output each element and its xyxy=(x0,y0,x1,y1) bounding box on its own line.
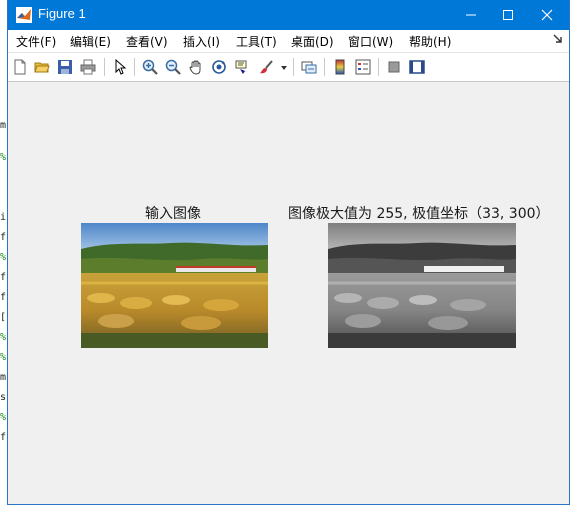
show-plot-tools-icon xyxy=(409,60,425,74)
menu-file[interactable]: 文件(F) xyxy=(16,33,56,50)
select-pointer-icon xyxy=(115,59,127,75)
print-icon xyxy=(80,59,96,75)
maximize-button[interactable] xyxy=(487,0,529,30)
insert-legend-button[interactable] xyxy=(353,57,373,77)
menu-help[interactable]: 帮助(H) xyxy=(409,33,451,50)
toolbar-separator xyxy=(378,58,379,76)
grayscale-image xyxy=(328,223,516,348)
left-axes-title: 输入图像 xyxy=(145,206,201,222)
maximize-icon xyxy=(503,10,513,20)
minimize-icon xyxy=(466,14,476,16)
menu-window[interactable]: 窗口(W) xyxy=(348,33,393,50)
input-color-image xyxy=(81,223,268,348)
brush-dropdown-icon[interactable] xyxy=(281,65,287,71)
rotate-3d-button[interactable] xyxy=(209,57,229,77)
figure-window: Figure 1 文件(F) 编辑(E) 查看(V) 插入(I) 工具(T) 桌… xyxy=(7,0,570,505)
open-folder-icon xyxy=(34,62,50,73)
save-button[interactable] xyxy=(55,57,75,77)
pan-button[interactable] xyxy=(186,57,206,77)
brush-icon xyxy=(260,60,273,74)
matlab-icon xyxy=(16,7,32,23)
rotate-3d-icon xyxy=(212,60,226,74)
data-cursor-button[interactable] xyxy=(232,57,252,77)
link-plot-icon xyxy=(301,61,317,74)
pan-hand-icon xyxy=(189,60,201,75)
insert-colorbar-button[interactable] xyxy=(330,57,350,77)
new-figure-button[interactable] xyxy=(10,57,30,77)
link-plot-button[interactable] xyxy=(299,57,319,77)
toolbar-separator xyxy=(324,58,325,76)
zoom-out-button[interactable] xyxy=(163,57,183,77)
toolbar-separator xyxy=(104,58,105,76)
close-button[interactable] xyxy=(526,0,568,30)
menu-view[interactable]: 查看(V) xyxy=(126,33,168,50)
open-file-button[interactable] xyxy=(32,57,52,77)
figure-canvas[interactable]: 输入图像 图像极大值为 255, 极值坐标（33, 300） xyxy=(8,82,569,504)
window-title: Figure 1 xyxy=(38,6,86,21)
close-icon xyxy=(541,9,553,21)
menu-bar: 文件(F) 编辑(E) 查看(V) 插入(I) 工具(T) 桌面(D) 窗口(W… xyxy=(8,30,569,53)
legend-icon xyxy=(355,59,371,75)
menu-insert[interactable]: 插入(I) xyxy=(183,33,220,50)
data-cursor-icon xyxy=(235,60,248,74)
edit-plot-button[interactable] xyxy=(110,57,130,77)
show-plot-tools-button[interactable] xyxy=(407,57,427,77)
new-file-icon xyxy=(14,59,26,75)
title-bar[interactable]: Figure 1 xyxy=(8,0,569,30)
right-axes-title: 图像极大值为 255, 极值坐标（33, 300） xyxy=(288,206,550,222)
zoom-in-icon xyxy=(142,59,158,75)
figure-toolbar xyxy=(8,53,569,82)
toolbar-separator xyxy=(293,58,294,76)
zoom-out-icon xyxy=(165,59,181,75)
menu-tools[interactable]: 工具(T) xyxy=(236,33,277,50)
menu-desktop[interactable]: 桌面(D) xyxy=(291,33,334,50)
save-icon xyxy=(58,60,72,74)
zoom-in-button[interactable] xyxy=(140,57,160,77)
colorbar-icon xyxy=(335,59,345,75)
hide-plot-tools-button[interactable] xyxy=(384,57,404,77)
brush-button[interactable] xyxy=(256,57,276,77)
minimize-button[interactable] xyxy=(450,0,492,30)
dock-arrow-icon[interactable] xyxy=(553,34,563,44)
toolbar-separator xyxy=(134,58,135,76)
menu-edit[interactable]: 编辑(E) xyxy=(70,33,111,50)
print-button[interactable] xyxy=(78,57,98,77)
hide-plot-tools-icon xyxy=(388,61,400,73)
